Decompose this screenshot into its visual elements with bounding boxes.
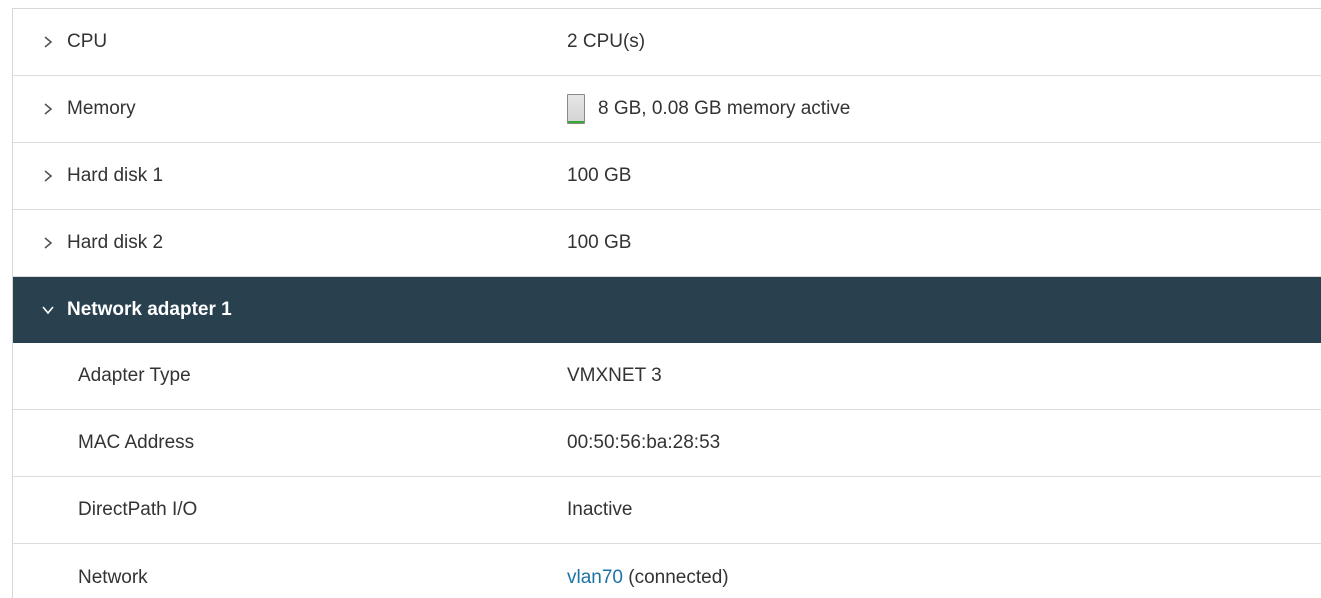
cpu-row-label-group: CPU (41, 31, 107, 53)
memory-label: Memory (67, 98, 136, 119)
hard-disk-2-value: 100 GB (567, 232, 632, 253)
cpu-label: CPU (67, 31, 108, 52)
network-label: Network (78, 566, 148, 588)
cpu-value-group: 2 CPU(s) (567, 31, 645, 53)
chevron-right-icon[interactable] (41, 102, 55, 116)
hard-disk-1-row[interactable]: Hard disk 1 100 GB (13, 143, 1321, 210)
directpath-io-row: DirectPath I/O Inactive (13, 477, 1321, 544)
network-adapter-1-row[interactable]: Network adapter 1 (13, 277, 1321, 343)
hard-disk-2-label: Hard disk 2 (67, 232, 164, 253)
chevron-down-icon[interactable] (41, 303, 55, 317)
chevron-right-icon[interactable] (41, 35, 55, 49)
hard-disk-1-value-group: 100 GB (567, 165, 631, 187)
network-value-group: vlan70 (connected) (567, 567, 729, 589)
memory-usage-fill (568, 121, 584, 123)
mac-address-value: 00:50:56:ba:28:53 (567, 432, 721, 453)
memory-usage-icon (567, 94, 585, 124)
memory-row-label-group: Memory (41, 98, 136, 120)
directpath-io-value: Inactive (567, 499, 633, 520)
memory-value-group: 8 GB, 0.08 GB memory active (567, 94, 850, 124)
adapter-type-row: Adapter Type VMXNET 3 (13, 343, 1321, 410)
vm-hardware-panel: CPU 2 CPU(s) Memory 8 GB, 0.08 GB memory… (12, 8, 1321, 598)
network-adapter-1-label-group: Network adapter 1 (41, 299, 232, 321)
network-row: Network vlan70 (connected) (13, 544, 1321, 598)
hard-disk-2-value-group: 100 GB (567, 232, 631, 254)
hard-disk-2-label-group: Hard disk 2 (41, 232, 163, 254)
network-adapter-1-label: Network adapter 1 (67, 298, 232, 320)
hard-disk-1-value: 100 GB (567, 165, 632, 186)
memory-row[interactable]: Memory 8 GB, 0.08 GB memory active (13, 76, 1321, 143)
adapter-type-value: VMXNET 3 (567, 365, 662, 386)
hard-disk-1-label: Hard disk 1 (67, 165, 164, 186)
mac-address-row: MAC Address 00:50:56:ba:28:53 (13, 410, 1321, 477)
chevron-right-icon[interactable] (41, 169, 55, 183)
cpu-row[interactable]: CPU 2 CPU(s) (13, 9, 1321, 76)
adapter-type-label: Adapter Type (78, 365, 191, 386)
mac-address-label: MAC Address (78, 432, 195, 453)
memory-value: 8 GB, 0.08 GB memory active (598, 98, 851, 119)
cpu-value: 2 CPU(s) (567, 31, 646, 52)
directpath-io-label: DirectPath I/O (78, 499, 198, 520)
hard-disk-1-label-group: Hard disk 1 (41, 165, 163, 187)
network-status: (connected) (623, 566, 729, 588)
chevron-right-icon[interactable] (41, 236, 55, 250)
hard-disk-2-row[interactable]: Hard disk 2 100 GB (13, 210, 1321, 277)
network-link[interactable]: vlan70 (567, 567, 623, 589)
